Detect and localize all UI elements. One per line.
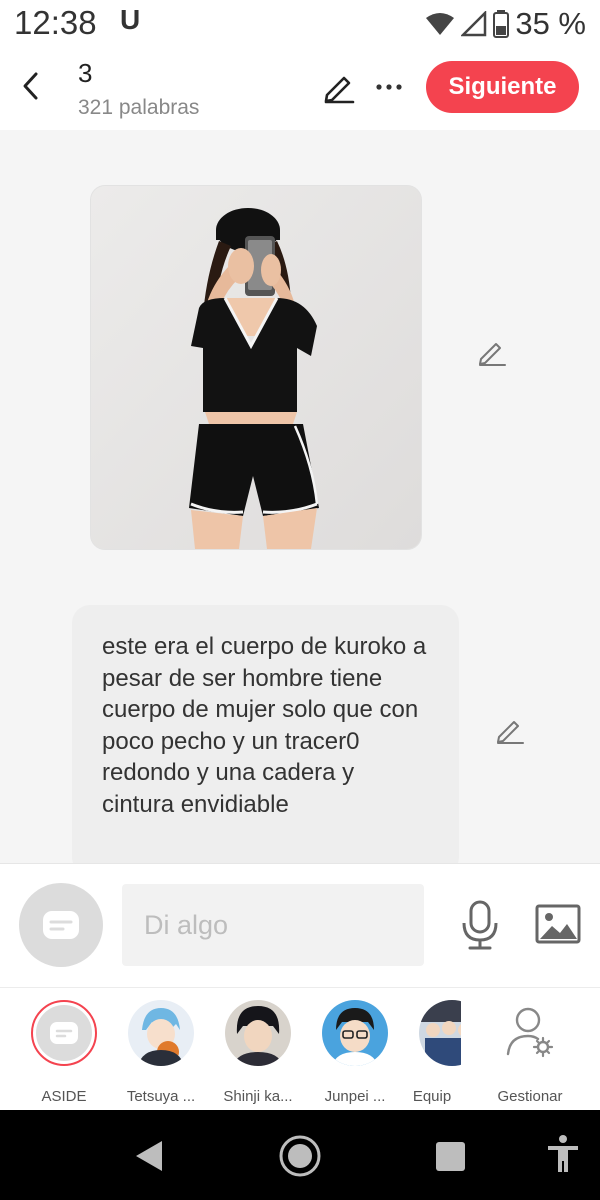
edit-title-button[interactable]	[320, 68, 358, 106]
back-button[interactable]	[10, 66, 50, 106]
character-label: Equip	[412, 1088, 452, 1105]
wifi-icon	[426, 13, 455, 35]
manage-button[interactable]: Gestionar	[480, 1000, 580, 1108]
page-title: 3	[78, 58, 93, 88]
pencil-icon	[324, 76, 355, 104]
character-bar: ASIDE Tetsuya ... Shinji ka... Junpei ..…	[0, 987, 600, 1110]
aside-toggle-button[interactable]	[19, 883, 103, 967]
microphone-icon[interactable]	[458, 899, 502, 951]
system-nav-bar	[0, 1110, 600, 1200]
message-input[interactable]	[122, 884, 424, 966]
next-button[interactable]: Siguiente	[426, 61, 579, 113]
nav-home-icon[interactable]	[278, 1134, 322, 1178]
aside-avatar	[31, 1000, 97, 1066]
manage-users-icon	[506, 1007, 554, 1058]
status-bar: 12:38 U 35 %	[0, 0, 600, 50]
chat-bubble-icon	[43, 911, 79, 939]
character-label: Junpei ...	[324, 1088, 386, 1105]
message-text: este era el cuerpo de kuroko a pesar de …	[102, 633, 427, 818]
character-label: ASIDE	[41, 1088, 87, 1105]
more-options-button[interactable]	[370, 68, 408, 106]
story-image[interactable]	[91, 186, 421, 549]
accessibility-icon[interactable]	[546, 1134, 580, 1174]
message-bubble[interactable]: este era el cuerpo de kuroko a pesar de …	[72, 605, 459, 863]
status-time: 12:38	[14, 4, 97, 41]
nav-back-icon[interactable]	[130, 1136, 170, 1176]
chevron-left-icon	[23, 72, 38, 100]
chat-bubble-icon	[50, 1022, 78, 1044]
image-icon[interactable]	[534, 902, 582, 946]
edit-text-icon[interactable]	[494, 713, 526, 745]
character-tetsuya[interactable]: Tetsuya ...	[112, 1000, 210, 1108]
edit-image-icon[interactable]	[476, 335, 508, 367]
battery-icon	[493, 10, 510, 38]
character-shinji[interactable]: Shinji ka...	[209, 1000, 307, 1108]
word-count: 321 palabras	[78, 96, 200, 119]
battery-percent: 35 %	[515, 6, 586, 41]
avatar	[128, 1000, 194, 1066]
avatar	[322, 1000, 388, 1066]
signal-icon	[461, 11, 487, 37]
status-icons: 35 %	[425, 4, 586, 44]
manage-label: Gestionar	[497, 1088, 563, 1105]
carrier-icon: U	[120, 4, 141, 35]
character-aside[interactable]: ASIDE	[15, 1000, 113, 1108]
more-icon	[376, 84, 402, 90]
character-equipo[interactable]: Equip	[403, 1000, 461, 1108]
header: 3 321 palabras Siguiente	[0, 50, 600, 130]
nav-recent-icon[interactable]	[436, 1142, 465, 1171]
character-label: Shinji ka...	[223, 1088, 293, 1105]
character-junpei[interactable]: Junpei ...	[306, 1000, 404, 1108]
photo-illustration	[91, 186, 421, 549]
composer	[0, 863, 600, 987]
story-content[interactable]: este era el cuerpo de kuroko a pesar de …	[0, 130, 600, 863]
avatar	[419, 1000, 461, 1066]
character-label: Tetsuya ...	[126, 1088, 196, 1105]
avatar	[225, 1000, 291, 1066]
